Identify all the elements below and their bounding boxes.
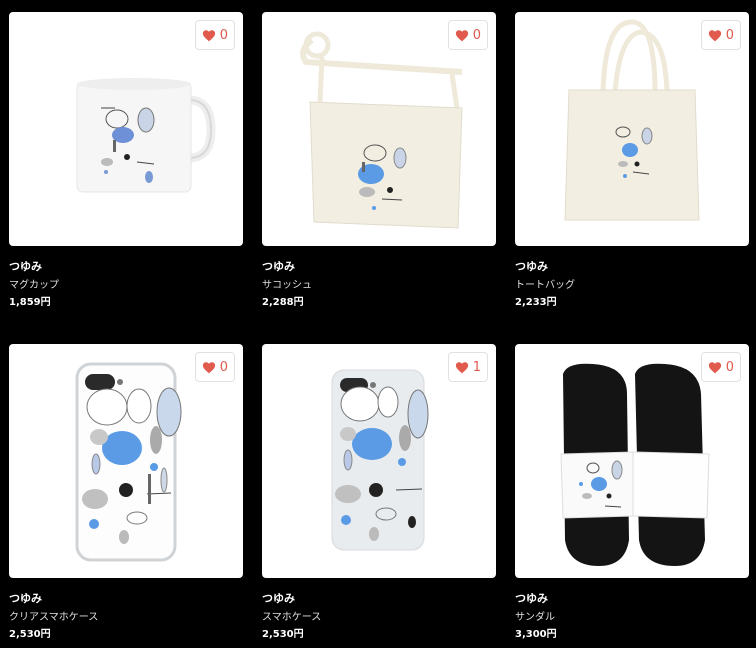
product-thumbnail[interactable]: 0 bbox=[9, 344, 243, 578]
heart-icon bbox=[708, 29, 721, 41]
heart-icon bbox=[202, 361, 215, 373]
product-grid: 0 つゆみ マグカップ 1,859円 0 つゆみ サコッシュ 2,288円 0 … bbox=[0, 0, 756, 648]
like-count: 1 bbox=[472, 359, 481, 375]
product-price: 2,233円 bbox=[515, 297, 557, 308]
product-name[interactable]: クリアスマホケース bbox=[9, 611, 243, 625]
product-card[interactable]: 1 つゆみ スマホケース 2,530円 bbox=[262, 344, 496, 642]
creator-name[interactable]: つゆみ bbox=[262, 260, 496, 274]
like-button[interactable]: 0 bbox=[700, 20, 741, 50]
product-price: 2,288円 bbox=[262, 297, 304, 308]
like-button[interactable]: 0 bbox=[194, 20, 235, 50]
product-name[interactable]: トートバッグ bbox=[515, 279, 749, 293]
like-button[interactable]: 1 bbox=[447, 352, 488, 382]
heart-icon bbox=[455, 361, 468, 373]
creator-name[interactable]: つゆみ bbox=[262, 592, 496, 606]
product-price: 3,300円 bbox=[515, 629, 557, 640]
product-card[interactable]: 0 つゆみ クリアスマホケース 2,530円 bbox=[9, 344, 243, 642]
like-button[interactable]: 0 bbox=[447, 20, 488, 50]
like-button[interactable]: 0 bbox=[194, 352, 235, 382]
product-price: 1,859円 bbox=[9, 297, 51, 308]
product-card[interactable]: 0 つゆみ トートバッグ 2,233円 bbox=[515, 12, 749, 310]
product-price: 2,530円 bbox=[9, 629, 51, 640]
like-count: 0 bbox=[219, 359, 228, 375]
product-thumbnail[interactable]: 0 bbox=[515, 344, 749, 578]
product-card[interactable]: 0 つゆみ マグカップ 1,859円 bbox=[9, 12, 243, 310]
product-name[interactable]: マグカップ bbox=[9, 279, 243, 293]
product-card[interactable]: 0 つゆみ サンダル 3,300円 bbox=[515, 344, 749, 642]
like-count: 0 bbox=[725, 27, 734, 43]
product-price: 2,530円 bbox=[262, 629, 304, 640]
like-count: 0 bbox=[725, 359, 734, 375]
like-button[interactable]: 0 bbox=[700, 352, 741, 382]
like-count: 0 bbox=[219, 27, 228, 43]
product-name[interactable]: スマホケース bbox=[262, 611, 496, 625]
heart-icon bbox=[708, 361, 721, 373]
product-thumbnail[interactable]: 1 bbox=[262, 344, 496, 578]
heart-icon bbox=[455, 29, 468, 41]
creator-name[interactable]: つゆみ bbox=[9, 592, 243, 606]
product-name[interactable]: サンダル bbox=[515, 611, 749, 625]
product-thumbnail[interactable]: 0 bbox=[515, 12, 749, 246]
heart-icon bbox=[202, 29, 215, 41]
creator-name[interactable]: つゆみ bbox=[9, 260, 243, 274]
product-card[interactable]: 0 つゆみ サコッシュ 2,288円 bbox=[262, 12, 496, 310]
like-count: 0 bbox=[472, 27, 481, 43]
product-name[interactable]: サコッシュ bbox=[262, 279, 496, 293]
creator-name[interactable]: つゆみ bbox=[515, 592, 749, 606]
creator-name[interactable]: つゆみ bbox=[515, 260, 749, 274]
product-thumbnail[interactable]: 0 bbox=[9, 12, 243, 246]
product-thumbnail[interactable]: 0 bbox=[262, 12, 496, 246]
